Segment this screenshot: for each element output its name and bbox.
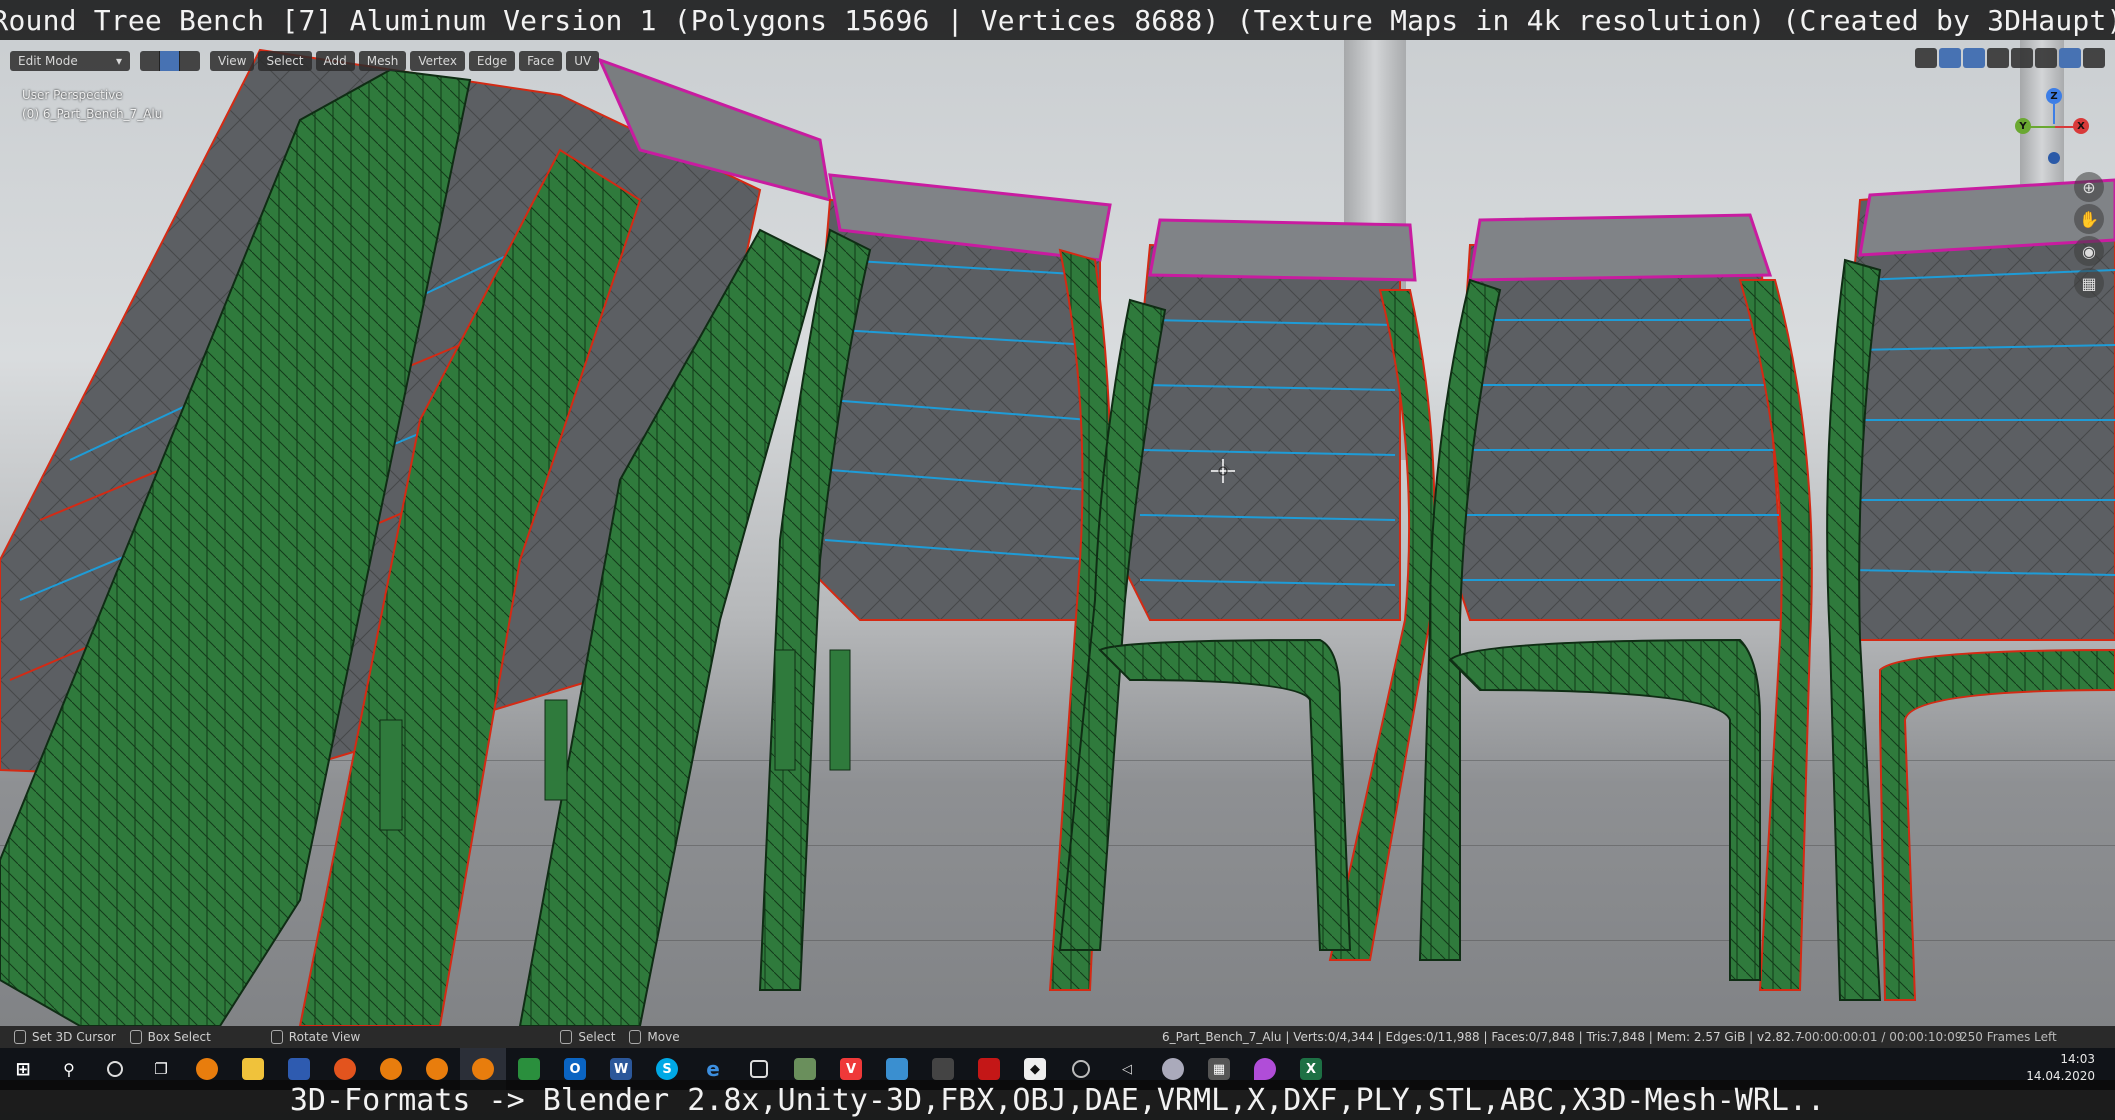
mode-dropdown[interactable]: Edit Mode ▾ xyxy=(10,51,130,71)
status-label: Box Select xyxy=(147,1030,211,1044)
xray-icon[interactable] xyxy=(1987,48,2009,68)
gizmo-y-icon[interactable]: Y xyxy=(2015,118,2031,134)
menu-edge[interactable]: Edge xyxy=(468,51,516,71)
pan-hand-icon[interactable]: ✋ xyxy=(2074,204,2104,234)
3d-cursor-icon xyxy=(1211,459,1235,483)
status-label: Rotate View xyxy=(288,1030,361,1044)
navigation-gizmo[interactable]: Z Y X xyxy=(2015,80,2095,170)
vertex-select-icon[interactable] xyxy=(140,51,160,71)
status-label: Set 3D Cursor xyxy=(32,1030,116,1044)
status-move: Move xyxy=(629,1030,680,1044)
status-box-select: Box Select xyxy=(129,1030,211,1044)
gizmo-axis-line xyxy=(2053,104,2055,124)
wireframe-shading-icon[interactable] xyxy=(2011,48,2033,68)
view-tools: ⊕ ✋ ◉ ▦ xyxy=(2074,172,2104,300)
zoom-icon[interactable]: ⊕ xyxy=(2074,172,2104,202)
bench-segment-right xyxy=(1826,178,2115,1001)
viewport-shading-tools xyxy=(1913,48,2105,68)
gizmo-toggle-icon[interactable] xyxy=(1939,48,1961,68)
mouse-icon xyxy=(129,1030,142,1044)
camera-icon[interactable]: ◉ xyxy=(2074,236,2104,266)
subtitle-bar: 3D-Formats -> Blender 2.8x,Unity-3D,FBX,… xyxy=(0,1080,2115,1120)
status-label: Move xyxy=(647,1030,680,1044)
mouse-icon xyxy=(270,1030,283,1044)
perspective-label: User Perspective xyxy=(22,88,123,102)
solid-shading-icon[interactable] xyxy=(2035,48,2057,68)
bench-segment-2 xyxy=(1058,218,1436,961)
frames-left: 250 Frames Left xyxy=(1960,1030,2057,1044)
mouse-icon xyxy=(560,1030,573,1044)
status-select: Select xyxy=(560,1030,615,1044)
status-label: Select xyxy=(578,1030,616,1044)
menu-uv[interactable]: UV xyxy=(566,51,600,71)
formats-subtitle: 3D-Formats -> Blender 2.8x,Unity-3D,FBX,… xyxy=(289,1082,1826,1118)
rendered-shading-icon[interactable] xyxy=(2083,48,2105,68)
select-mode-group xyxy=(140,51,200,71)
chevron-down-icon: ▾ xyxy=(115,54,122,68)
active-object-label: (0) 6_Part_Bench_7_Alu xyxy=(22,107,163,121)
playback-time: -00:00:00:01 / 00:00:10:09 xyxy=(1800,1030,1963,1044)
edge-select-icon[interactable] xyxy=(160,51,180,71)
menu-mesh[interactable]: Mesh xyxy=(358,51,407,71)
bench-segment-3 xyxy=(1418,213,1813,991)
gizmo-axis-line xyxy=(2027,126,2055,128)
mouse-icon xyxy=(629,1030,642,1044)
material-shading-icon[interactable] xyxy=(2059,48,2081,68)
menu-select[interactable]: Select xyxy=(258,51,312,71)
clock-time: 14:03 xyxy=(2060,1052,2095,1066)
bench-mesh[interactable] xyxy=(0,0,2115,1026)
gizmo-z-icon[interactable]: Z xyxy=(2046,88,2062,104)
video-title-bar: Round Tree Bench [7] Aluminum Version 1 … xyxy=(0,0,2115,40)
status-set-cursor: Set 3D Cursor xyxy=(14,1030,116,1044)
3d-viewport[interactable]: User Perspective (0) 6_Part_Bench_7_Alu … xyxy=(0,0,2115,1120)
status-rotate-view: Rotate View xyxy=(270,1030,361,1044)
menu-face[interactable]: Face xyxy=(519,51,563,71)
scene-statistics: 6_Part_Bench_7_Alu | Verts:0/4,344 | Edg… xyxy=(1162,1030,1803,1044)
gizmo-x-icon[interactable]: X xyxy=(2073,118,2089,134)
menu-vertex[interactable]: Vertex xyxy=(410,51,465,71)
bench-segment-left xyxy=(0,48,832,1026)
menu-view[interactable]: View xyxy=(210,51,255,71)
gizmo-neg-z-icon[interactable] xyxy=(2048,152,2060,164)
video-title: Round Tree Bench [7] Aluminum Version 1 … xyxy=(0,3,2115,37)
grid-icon[interactable]: ▦ xyxy=(2074,268,2104,298)
bench-segment-1 xyxy=(758,173,1112,991)
overlay-toggle-icon[interactable] xyxy=(1963,48,1985,68)
mode-label: Edit Mode xyxy=(18,54,78,68)
mouse-icon xyxy=(14,1030,26,1044)
viewport-header: Edit Mode ▾ View Select Add Mesh Vertex … xyxy=(0,48,2115,74)
visibility-icon[interactable] xyxy=(1915,48,1937,68)
menu-add[interactable]: Add xyxy=(315,51,355,71)
viewport-info: User Perspective (0) 6_Part_Bench_7_Alu xyxy=(22,86,162,124)
face-select-icon[interactable] xyxy=(180,51,200,71)
status-bar: Set 3D Cursor Box Select Rotate View Sel… xyxy=(0,1026,2115,1048)
